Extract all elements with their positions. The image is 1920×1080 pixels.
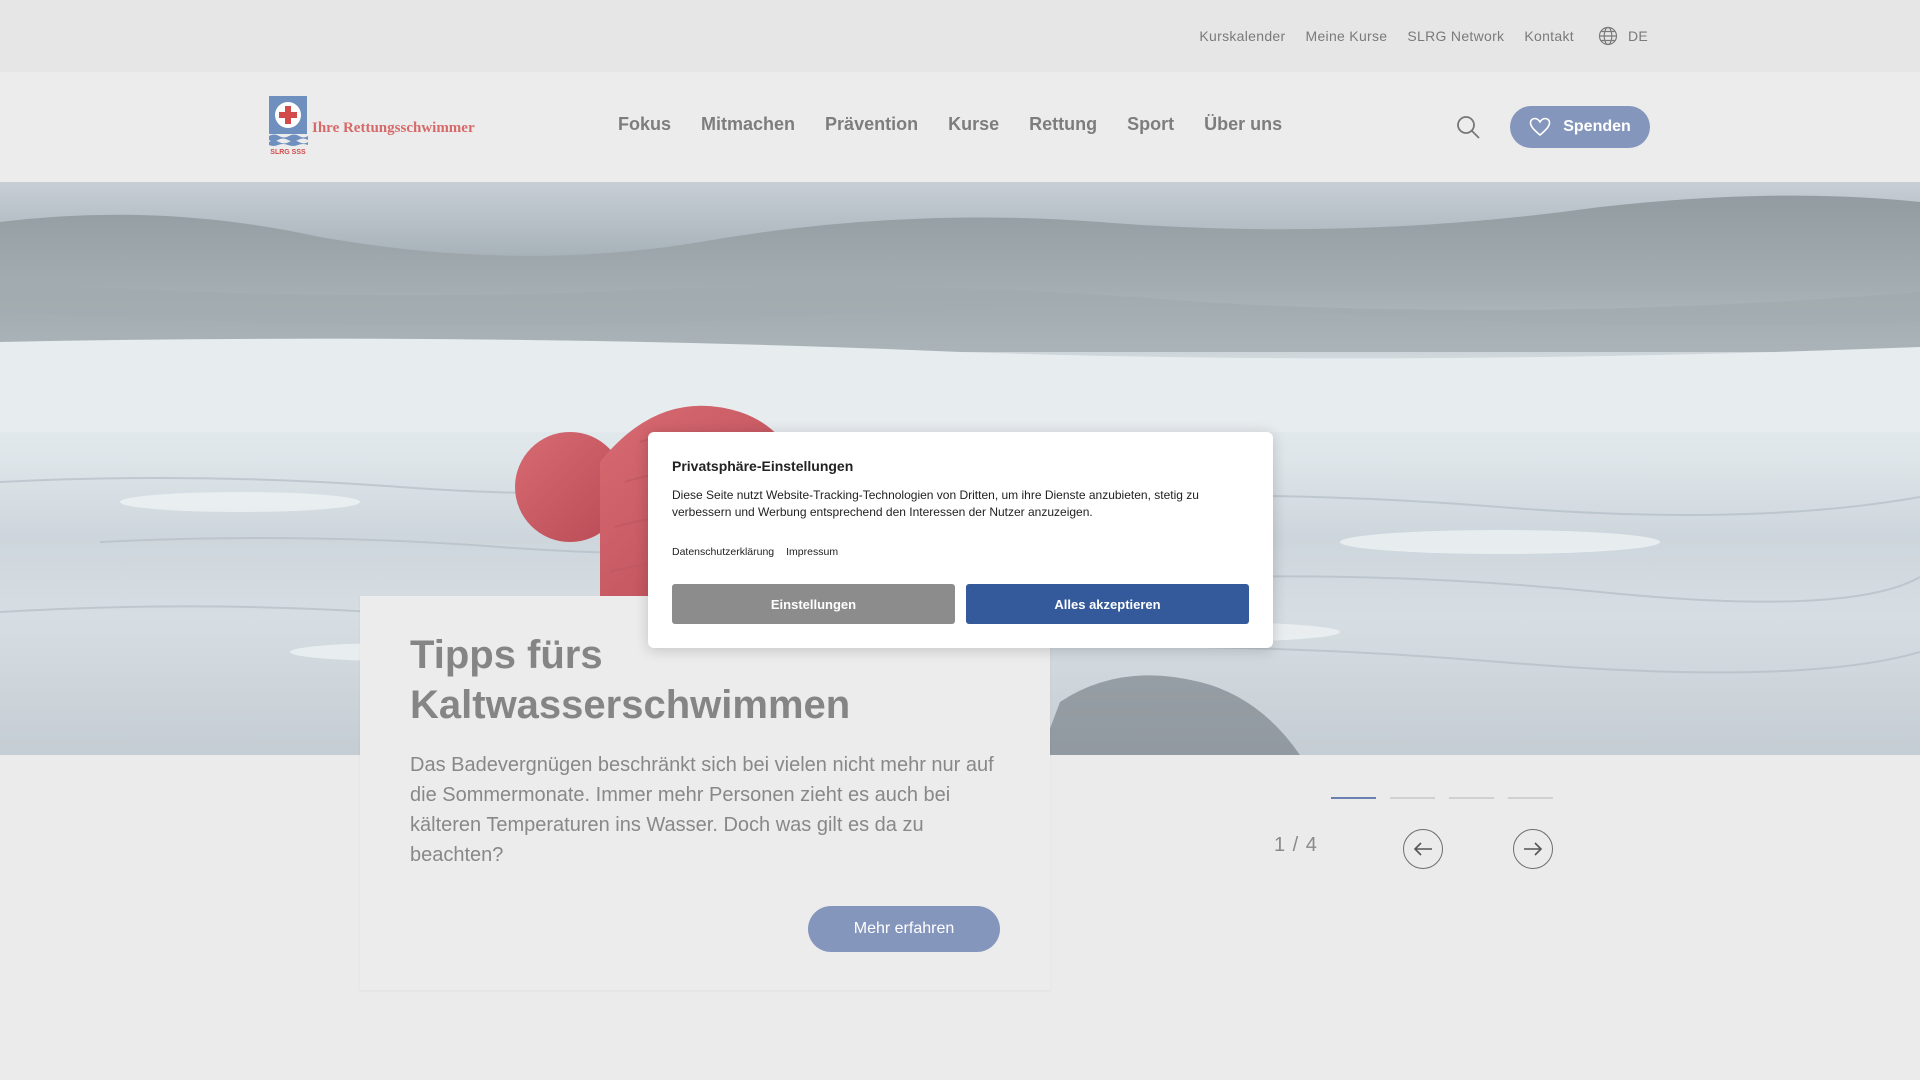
more-button[interactable]: Mehr erfahren: [808, 906, 1000, 952]
language-switcher[interactable]: DE: [1598, 26, 1648, 46]
slider-dot-4[interactable]: [1508, 797, 1553, 799]
link-slrg-network[interactable]: SLRG Network: [1407, 28, 1504, 44]
cookie-consent-dialog: Privatsphäre-Einstellungen Diese Seite n…: [648, 432, 1273, 648]
slrg-logo-mark: SLRG SSS: [269, 96, 308, 156]
arrow-right-icon: [1524, 842, 1543, 856]
arrow-left-icon: [1413, 842, 1432, 856]
slide-card: Tipps fürs Kaltwasserschwimmen Das Badev…: [360, 596, 1050, 990]
slider-dot-2[interactable]: [1390, 797, 1435, 799]
nav-item-fokus[interactable]: Fokus: [618, 114, 671, 135]
search-icon: [1457, 116, 1480, 139]
top-utility-bar: Kurskalender Meine Kurse SLRG Network Ko…: [0, 0, 1920, 72]
nav-item-ueber-uns[interactable]: Über uns: [1204, 114, 1282, 135]
accept-all-button[interactable]: Alles akzeptieren: [966, 584, 1249, 624]
cookie-description: Diese Seite nutzt Website-Tracking-Techn…: [672, 488, 1199, 519]
prev-slide-button[interactable]: [1403, 829, 1443, 869]
logo-text: Ihre Rettungsschwimmer: [312, 119, 475, 136]
slider-dot-1[interactable]: [1331, 797, 1376, 799]
nav-item-sport[interactable]: Sport: [1127, 114, 1174, 135]
heart-icon: [1529, 117, 1551, 137]
next-slide-button[interactable]: [1513, 829, 1553, 869]
nav-item-praevention[interactable]: Prävention: [825, 114, 918, 135]
utility-links: Kurskalender Meine Kurse SLRG Network Ko…: [1199, 26, 1648, 46]
cookie-links: Datenschutzerklärung Impressum: [672, 546, 838, 558]
donate-label: Spenden: [1563, 118, 1631, 135]
slider-pagination: [1331, 797, 1553, 799]
privacy-policy-link[interactable]: Datenschutzerklärung: [672, 546, 774, 558]
main-nav: Fokus Mitmachen Prävention Kurse Rettung…: [618, 114, 1282, 135]
slider-dot-3[interactable]: [1449, 797, 1494, 799]
nav-item-kurse[interactable]: Kurse: [948, 114, 999, 135]
globe-icon: [1598, 26, 1618, 46]
link-meine-kurse[interactable]: Meine Kurse: [1305, 28, 1387, 44]
slide-counter: 1 / 4: [1274, 834, 1318, 856]
imprint-link[interactable]: Impressum: [786, 546, 838, 558]
main-header: SLRG SSS Ihre Rettungsschwimmer Fokus Mi…: [0, 72, 1920, 182]
cookie-settings-button[interactable]: Einstellungen: [672, 584, 955, 624]
language-code: DE: [1627, 28, 1648, 44]
link-kontakt[interactable]: Kontakt: [1524, 28, 1574, 44]
nav-item-rettung[interactable]: Rettung: [1029, 114, 1097, 135]
cookie-title: Privatsphäre-Einstellungen: [672, 458, 854, 474]
slide-text: Das Badevergnügen beschränkt sich bei vi…: [410, 754, 994, 866]
nav-item-mitmachen[interactable]: Mitmachen: [701, 114, 795, 135]
donate-button[interactable]: Spenden: [1510, 106, 1650, 148]
search-button[interactable]: [1455, 114, 1481, 140]
logo[interactable]: SLRG SSS Ihre Rettungsschwimmer: [268, 94, 475, 156]
link-kurskalender[interactable]: Kurskalender: [1199, 28, 1285, 44]
logo-subtext: SLRG SSS: [270, 149, 306, 156]
